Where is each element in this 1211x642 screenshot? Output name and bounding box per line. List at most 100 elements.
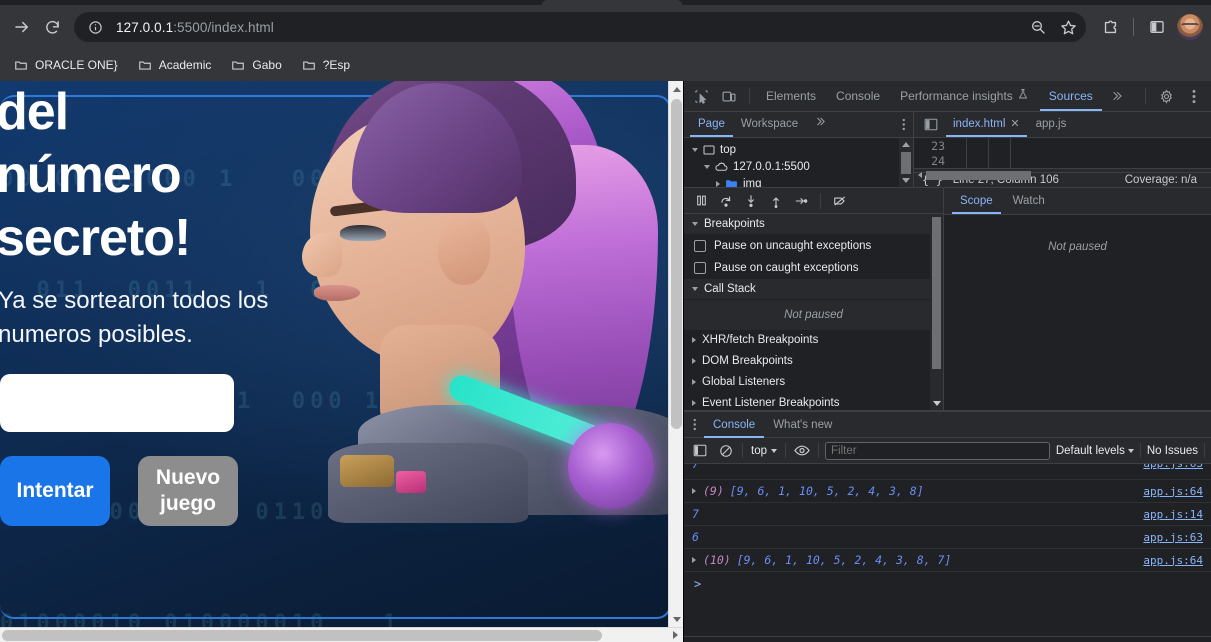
navigator-scroll-down[interactable] bbox=[899, 174, 913, 187]
console-levels-selector[interactable]: Default levels bbox=[1056, 445, 1134, 457]
bookmark-item[interactable]: Gabo bbox=[223, 54, 289, 76]
pause-caught-row[interactable]: Pause on caught exceptions bbox=[684, 257, 943, 279]
navigator-scroll-up[interactable] bbox=[899, 138, 913, 151]
console-context-selector[interactable]: top bbox=[749, 445, 779, 457]
editor-tab-app-js[interactable]: app.js bbox=[1029, 112, 1074, 137]
navigator-more-tabs-icon[interactable] bbox=[806, 112, 835, 137]
expand-triangle-icon[interactable] bbox=[692, 488, 696, 494]
section-call-stack[interactable]: Call Stack bbox=[684, 279, 943, 301]
chevron-double-right-icon[interactable] bbox=[1104, 84, 1130, 108]
debugger-scroll-down[interactable] bbox=[930, 397, 943, 410]
section-breakpoints[interactable]: Breakpoints bbox=[684, 214, 943, 236]
code-text[interactable]: </div> <input type="number" bbox=[1022, 138, 1211, 168]
navigator-scroll-thumb[interactable] bbox=[901, 152, 911, 174]
url-text[interactable]: 127.0.0.1:5500/index.html bbox=[106, 20, 1024, 35]
bookmark-item[interactable]: ORACLE ONE} bbox=[6, 54, 126, 76]
bookmark-item[interactable]: ?Esp bbox=[294, 54, 358, 76]
console-message[interactable]: 6 app.js:63 bbox=[684, 526, 1211, 549]
navigator-scrollbar[interactable] bbox=[899, 138, 913, 187]
console-message-source[interactable]: app.js:63 bbox=[1143, 531, 1211, 544]
console-message-source[interactable]: app.js:14 bbox=[1143, 508, 1211, 521]
chevron-down-icon[interactable] bbox=[692, 222, 698, 227]
chevron-right-icon[interactable] bbox=[692, 358, 696, 365]
console-message[interactable]: (10) [9, 6, 1, 10, 5, 2, 4, 3, 8, 7] app… bbox=[684, 549, 1211, 572]
navigator-tab-page[interactable]: Page bbox=[690, 112, 733, 137]
page-vertical-scrollbar[interactable] bbox=[668, 81, 683, 627]
console-message[interactable]: 7 app.js:14 bbox=[684, 503, 1211, 526]
drawer-kebab-icon[interactable] bbox=[686, 418, 704, 431]
pause-caught-checkbox[interactable] bbox=[694, 262, 706, 275]
pause-uncaught-row[interactable]: Pause on uncaught exceptions bbox=[684, 235, 943, 257]
chevron-right-icon[interactable] bbox=[692, 379, 696, 386]
address-bar[interactable]: 127.0.0.1:5500/index.html bbox=[74, 12, 1086, 42]
console-message[interactable]: (9) [9, 6, 1, 10, 5, 2, 4, 3, 8] app.js:… bbox=[684, 480, 1211, 503]
console-issues-status[interactable]: No Issues bbox=[1147, 445, 1198, 457]
navigator-kebab-icon[interactable] bbox=[895, 118, 913, 131]
forward-arrow-icon[interactable] bbox=[8, 13, 36, 41]
debugger-scroll-thumb[interactable] bbox=[932, 217, 941, 370]
debugger-scrollbar[interactable] bbox=[930, 214, 943, 410]
editor-tab-index-html[interactable]: index.html ✕ bbox=[946, 112, 1027, 137]
section-event-listener-breakpoints[interactable]: Event Listener Breakpoints bbox=[684, 393, 943, 410]
pause-uncaught-checkbox[interactable] bbox=[694, 240, 706, 253]
expand-triangle-icon[interactable] bbox=[692, 557, 696, 563]
info-circle-icon[interactable] bbox=[84, 16, 106, 38]
chevron-down-icon[interactable] bbox=[704, 164, 710, 169]
step-into-icon[interactable] bbox=[740, 191, 762, 211]
pause-resume-icon[interactable] bbox=[690, 191, 712, 211]
active-tab[interactable] bbox=[542, 0, 682, 5]
puzzle-piece-icon[interactable] bbox=[1096, 13, 1124, 41]
chevron-right-icon[interactable] bbox=[692, 337, 696, 344]
page-horizontal-scrollbar[interactable] bbox=[0, 627, 683, 642]
console-message-source[interactable]: app.js:64 bbox=[1143, 485, 1211, 498]
section-global-listeners[interactable]: Global Listeners bbox=[684, 372, 943, 394]
tree-node-img-folder[interactable]: img bbox=[684, 175, 913, 187]
editor-scroll-left[interactable] bbox=[914, 170, 925, 181]
step-icon[interactable] bbox=[790, 191, 812, 211]
tab-watch[interactable]: Watch bbox=[1005, 188, 1053, 214]
tab-scope[interactable]: Scope bbox=[952, 188, 1001, 214]
navigator-tab-workspace[interactable]: Workspace bbox=[733, 112, 806, 137]
chevron-right-icon[interactable] bbox=[716, 180, 720, 187]
tab-elements[interactable]: Elements bbox=[757, 81, 825, 111]
scroll-down-arrow[interactable] bbox=[669, 611, 683, 627]
bookmark-item[interactable]: Academic bbox=[130, 54, 220, 76]
chevron-down-icon[interactable] bbox=[692, 287, 698, 292]
tab-sources[interactable]: Sources bbox=[1040, 81, 1102, 111]
section-dom-breakpoints[interactable]: DOM Breakpoints bbox=[684, 351, 943, 373]
tree-node-origin[interactable]: 127.0.0.1:5500 bbox=[684, 158, 913, 175]
nuevo-juego-button[interactable]: Nuevo juego bbox=[138, 456, 238, 526]
console-message[interactable]: 7 app.js:63 bbox=[684, 464, 1211, 480]
console-message-source[interactable]: app.js:64 bbox=[1143, 554, 1211, 567]
profile-avatar[interactable] bbox=[1177, 14, 1203, 40]
tab-console[interactable]: Console bbox=[827, 81, 889, 111]
chevron-down-icon[interactable] bbox=[692, 147, 698, 152]
step-out-icon[interactable] bbox=[765, 191, 787, 211]
search-zoom-icon[interactable] bbox=[1024, 13, 1052, 41]
tree-node-top[interactable]: top bbox=[684, 141, 913, 158]
horizontal-scroll-thumb[interactable] bbox=[2, 630, 602, 641]
editor-horizontal-scrollbar[interactable] bbox=[914, 167, 1211, 180]
scroll-right-arrow[interactable] bbox=[668, 628, 683, 642]
live-expression-eye-icon[interactable] bbox=[792, 441, 812, 461]
tab-performance-insights[interactable]: Performance insights bbox=[891, 81, 1038, 111]
step-over-icon[interactable] bbox=[715, 191, 737, 211]
console-message-source[interactable]: app.js:63 bbox=[1143, 464, 1211, 470]
device-toolbar-icon[interactable] bbox=[716, 84, 742, 108]
close-icon[interactable]: ✕ bbox=[1010, 112, 1019, 137]
console-filter-input[interactable] bbox=[825, 441, 1050, 460]
guess-input[interactable] bbox=[0, 374, 234, 432]
navigator-toggle-icon[interactable] bbox=[918, 113, 944, 137]
inspect-element-icon[interactable] bbox=[688, 84, 714, 108]
code-area[interactable]: 23 24 </div> <input type="number" bbox=[914, 138, 1211, 168]
drawer-tab-whats-new[interactable]: What's new bbox=[764, 412, 841, 438]
scroll-up-arrow[interactable] bbox=[669, 81, 683, 97]
console-output[interactable]: 7 app.js:63 (9) [9, 6, 1, 10, 5, 2, 4, 3… bbox=[684, 464, 1211, 636]
vertical-scroll-thumb[interactable] bbox=[671, 99, 682, 429]
star-icon[interactable] bbox=[1054, 13, 1082, 41]
section-xhr-breakpoints[interactable]: XHR/fetch Breakpoints bbox=[684, 330, 943, 352]
gear-icon[interactable] bbox=[1153, 84, 1179, 108]
side-panel-icon[interactable] bbox=[1143, 13, 1171, 41]
kebab-menu-icon[interactable] bbox=[1181, 84, 1207, 108]
console-prompt[interactable]: > bbox=[684, 572, 1211, 596]
